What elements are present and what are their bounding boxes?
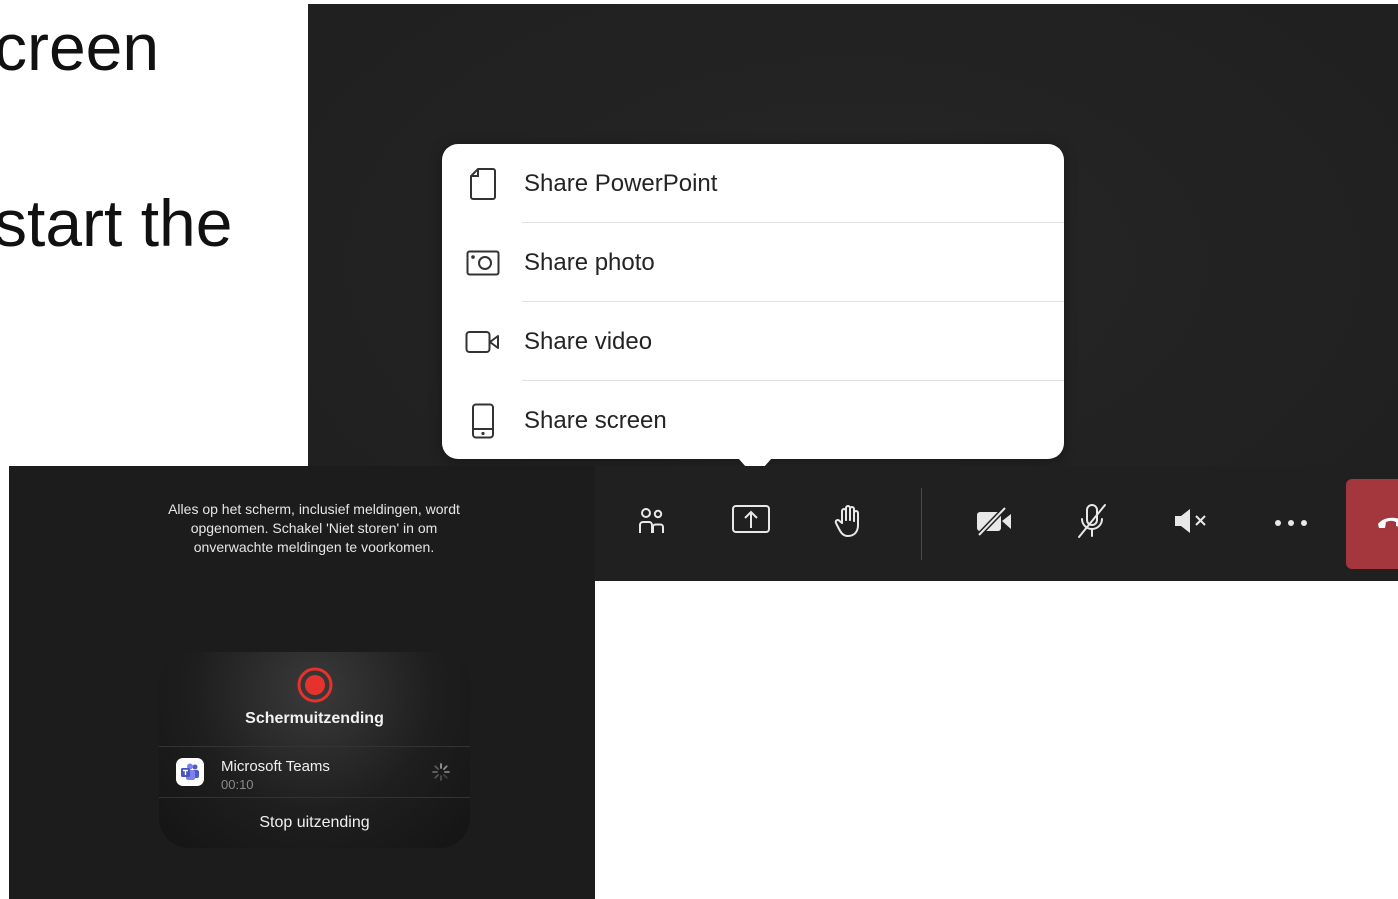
share-photo-item[interactable]: Share photo <box>442 223 1064 302</box>
share-tray-icon <box>731 504 771 543</box>
photo-icon <box>464 244 502 282</box>
phone-screen-icon <box>464 402 502 440</box>
broadcast-hint: Alles op het scherm, inclusief meldingen… <box>168 501 460 555</box>
share-photo-label: Share photo <box>524 248 655 276</box>
speaker-toggle-button[interactable] <box>1157 466 1227 581</box>
record-icon <box>296 666 334 704</box>
loading-spinner-icon <box>431 762 451 782</box>
hang-up-button[interactable] <box>1346 479 1398 569</box>
slide-text-line-2: start the <box>0 186 233 260</box>
mic-toggle-button[interactable] <box>1057 466 1127 581</box>
card-divider <box>159 746 470 747</box>
document-icon <box>464 165 502 203</box>
more-icon <box>1273 515 1309 533</box>
video-icon <box>464 323 502 361</box>
share-powerpoint-item[interactable]: Share PowerPoint <box>442 144 1064 223</box>
raise-hand-icon <box>833 503 865 544</box>
toolbar-divider <box>921 488 922 560</box>
camera-off-icon <box>974 505 1014 542</box>
share-video-label: Share video <box>524 327 653 355</box>
camera-toggle-button[interactable] <box>959 466 1029 581</box>
people-icon <box>636 505 668 542</box>
hang-up-icon <box>1376 514 1398 535</box>
share-screen-item[interactable]: Share screen <box>442 381 1064 460</box>
mic-off-icon <box>1074 502 1110 545</box>
more-options-button[interactable] <box>1256 466 1326 581</box>
broadcast-card: Schermuitzending Microsoft Teams 00:10 S… <box>159 652 470 848</box>
speaker-mute-icon <box>1172 506 1212 541</box>
screen-broadcast-panel: Alles op het scherm, inclusief meldingen… <box>9 466 595 899</box>
teams-app-icon <box>176 758 204 786</box>
broadcast-app-row[interactable]: Microsoft Teams 00:10 <box>159 748 470 796</box>
elapsed-time: 00:10 <box>221 777 254 792</box>
stop-broadcast-button[interactable]: Stop uitzending <box>159 798 470 848</box>
participants-button[interactable] <box>617 466 687 581</box>
broadcast-title: Schermuitzending <box>245 710 384 727</box>
share-screen-label: Share screen <box>524 406 667 434</box>
share-powerpoint-label: Share PowerPoint <box>524 169 718 197</box>
raise-hand-button[interactable] <box>814 466 884 581</box>
meeting-toolbar <box>594 466 1398 581</box>
slide-text-line-1: creen <box>0 10 160 84</box>
share-tray-button[interactable] <box>716 466 786 581</box>
app-name: Microsoft Teams <box>221 758 330 775</box>
share-video-item[interactable]: Share video <box>442 302 1064 381</box>
share-menu: Share PowerPoint Share photo Share video… <box>442 144 1064 477</box>
